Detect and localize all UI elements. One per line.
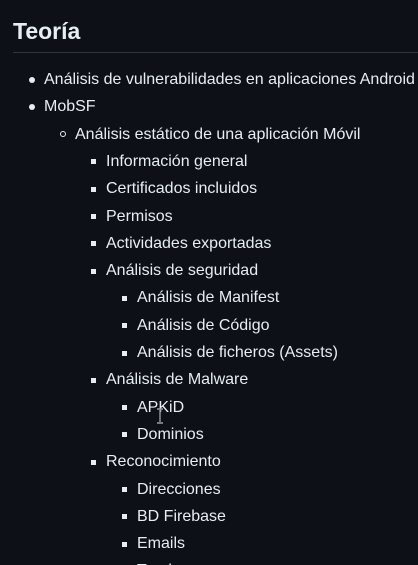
list-item-label: Análisis de vulnerabilidades en aplicaci… — [44, 71, 415, 88]
list-item-label: Certificados incluidos — [106, 180, 258, 198]
list-item-label: Direcciones — [137, 480, 221, 498]
list-bullet-icon — [122, 514, 127, 520]
list-bullet-icon — [91, 186, 96, 192]
list-item-label: BD Firebase — [137, 507, 226, 525]
list-item-label: Reconocimiento — [106, 453, 221, 471]
list-bullet-icon — [91, 214, 96, 219]
list-item-label: Análisis de Código — [137, 316, 270, 334]
list-item-label: Emails — [137, 535, 186, 553]
list-bullet-icon — [122, 350, 127, 356]
section-heading: Teoría — [13, 18, 81, 44]
list-bullet-icon — [91, 459, 96, 465]
list-item-label: Trackers — [137, 561, 199, 565]
list-item-label: Análisis estático de una aplicación Móvi… — [75, 125, 361, 143]
heading-divider — [13, 52, 418, 53]
list-bullet-icon — [91, 268, 96, 274]
list-bullet-icon — [122, 323, 127, 329]
list-item-label: Análisis de Malware — [106, 371, 249, 389]
list-item-label: Análisis de Manifest — [137, 289, 280, 307]
list-item-label: MobSF — [44, 98, 96, 116]
list-bullet-icon — [91, 377, 96, 383]
list-bullet-icon — [122, 432, 127, 438]
markdown-document: Teoría Análisis de vulnerabilidades en a… — [0, 0, 418, 565]
text-cursor-icon — [157, 408, 163, 424]
list-bullet-icon — [60, 131, 66, 138]
list-bullet-icon — [122, 541, 127, 547]
list-item-label: Actividades exportadas — [106, 234, 272, 252]
list-bullet-icon — [91, 241, 96, 247]
list-item-label: Dominios — [137, 425, 204, 443]
list-bullet-icon — [29, 104, 35, 111]
list-item-label: Permisos — [106, 207, 173, 225]
list-bullet-icon — [122, 295, 127, 301]
list-bullet-icon — [29, 77, 35, 83]
list-item-label: Análisis de ficheros (Assets) — [137, 344, 338, 361]
list-item-label: Información general — [106, 152, 248, 170]
list-bullet-icon — [122, 405, 127, 411]
list-item-label: Análisis de seguridad — [106, 262, 259, 280]
list-bullet-icon — [122, 487, 127, 492]
list-bullet-icon — [91, 159, 96, 165]
